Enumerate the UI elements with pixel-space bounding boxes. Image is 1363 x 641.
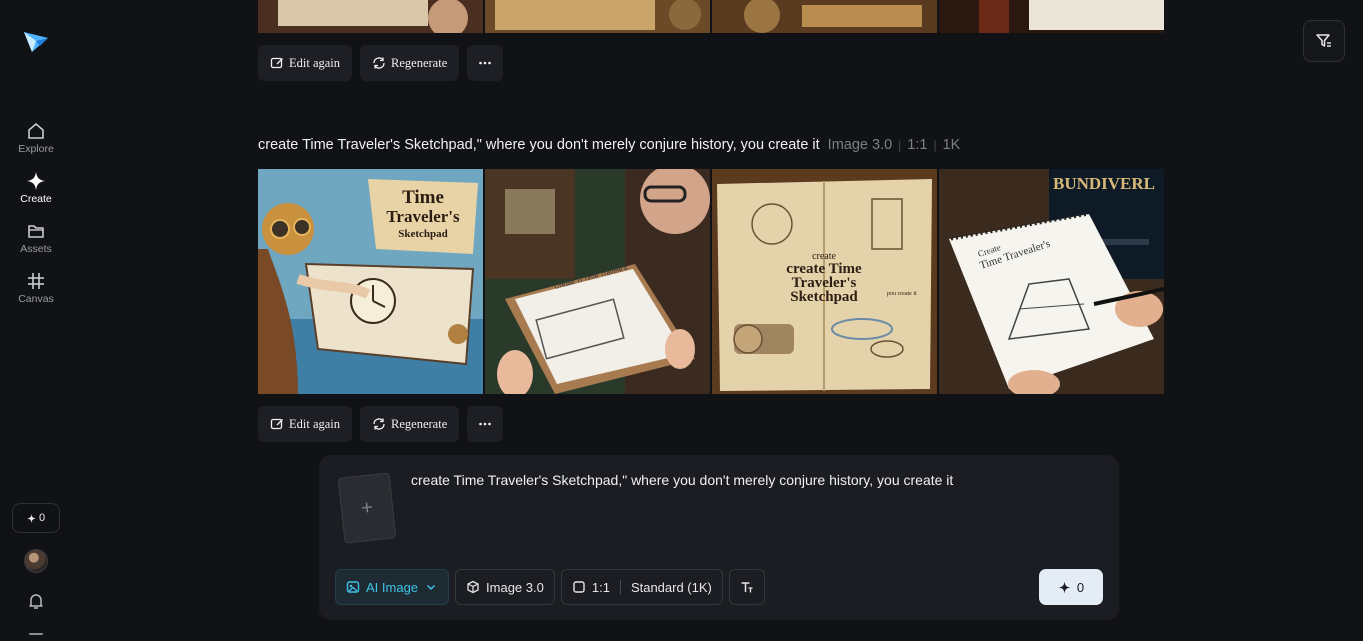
regenerate-button[interactable]: Regenerate <box>360 406 460 442</box>
prompt-composer: + create Time Traveler's Sketchpad," whe… <box>319 455 1119 620</box>
nav-create[interactable]: Create <box>0 170 72 205</box>
home-icon <box>28 123 44 139</box>
nav-assets-label: Assets <box>20 243 52 255</box>
cube-icon <box>467 580 479 594</box>
edit-icon <box>270 418 283 430</box>
composer-toolbar: AI Image Image 3.0 1:1 Standard (1K) <box>335 569 765 605</box>
generate-button[interactable]: 0 <box>1039 569 1103 605</box>
generated-images-row: Time Traveler's Sketchpad Create Ti Time… <box>258 169 1164 394</box>
generate-cost: 0 <box>1076 579 1085 595</box>
ai-image-icon <box>346 581 360 593</box>
nav-assets[interactable]: Assets <box>0 220 72 255</box>
generation-prompt-line: create Time Traveler's Sketchpad," where… <box>258 137 960 153</box>
generated-image-3[interactable]: create create Time Traveler's Sketchpad … <box>712 169 937 394</box>
filter-icon <box>1316 34 1331 47</box>
previous-actions: Edit again Regenerate <box>258 45 504 81</box>
generated-image-4[interactable]: BUNDIVERL Create Time Travealer's <box>939 169 1164 394</box>
svg-text:BUNDIVERL: BUNDIVERL <box>1053 174 1155 193</box>
text-style-button[interactable] <box>728 569 765 605</box>
generation-model: Image 3.0 <box>827 137 893 153</box>
svg-text:pou create it: pou create it <box>887 291 917 297</box>
svg-text:Sketchpad: Sketchpad <box>790 289 858 305</box>
nav-explore-label: Explore <box>18 143 54 155</box>
edit-again-button[interactable]: Edit again <box>258 406 353 442</box>
previous-images-row <box>258 0 1164 33</box>
nav-canvas-label: Canvas <box>18 293 54 305</box>
mode-dropdown[interactable]: AI Image <box>335 569 450 605</box>
bell-icon[interactable] <box>26 591 46 611</box>
credits-count: 0 <box>38 512 46 524</box>
svg-text:Traveler's: Traveler's <box>386 207 460 226</box>
menu-icon[interactable] <box>29 633 43 635</box>
avatar[interactable] <box>24 549 48 573</box>
filter-button[interactable] <box>1303 20 1345 62</box>
previous-image-1[interactable] <box>258 0 483 33</box>
svg-text:Time: Time <box>402 187 444 208</box>
meta-divider: | <box>933 138 937 152</box>
folder-icon <box>28 225 44 238</box>
previous-image-3[interactable] <box>712 0 937 33</box>
generated-image-2[interactable]: Create Ti Time Travele's <box>485 169 710 394</box>
generation-actions: Edit again Regenerate <box>258 406 504 442</box>
model-selector[interactable]: Image 3.0 <box>455 569 555 605</box>
sparkle-icon <box>27 172 45 190</box>
nav-create-label: Create <box>20 193 52 205</box>
aspect-ratio-icon <box>573 581 585 593</box>
regenerate-label: Regenerate <box>391 55 448 70</box>
model-label: Image 3.0 <box>486 579 544 595</box>
generation-resolution: 1K <box>942 137 961 153</box>
more-options-button[interactable] <box>467 406 504 442</box>
more-options-button[interactable] <box>467 45 504 81</box>
generated-image-1[interactable]: Time Traveler's Sketchpad <box>258 169 483 394</box>
svg-text:Sketchpad: Sketchpad <box>398 228 448 240</box>
quality-label: Standard (1K) <box>630 579 712 595</box>
sidebar: Explore Create Assets Canvas 0 <box>0 0 72 641</box>
canvas-icon <box>28 273 44 289</box>
regenerate-icon <box>373 57 385 69</box>
mode-label: AI Image <box>366 579 419 595</box>
regenerate-icon <box>373 418 385 430</box>
sparkle-icon <box>1058 580 1071 594</box>
nav-canvas[interactable]: Canvas <box>0 270 72 305</box>
upload-reference-button[interactable]: + <box>337 472 397 544</box>
edit-icon <box>270 57 283 69</box>
edit-again-button[interactable]: Edit again <box>258 45 353 81</box>
more-icon <box>479 61 492 65</box>
generation-prompt: create Time Traveler's Sketchpad," where… <box>258 137 820 153</box>
nav-explore[interactable]: Explore <box>0 120 72 155</box>
sparkle-icon <box>26 513 36 523</box>
meta-divider: | <box>898 138 902 152</box>
chevron-down-icon <box>427 584 436 591</box>
edit-again-label: Edit again <box>289 416 341 431</box>
prompt-input[interactable]: create Time Traveler's Sketchpad," where… <box>411 472 953 488</box>
previous-image-4[interactable] <box>939 0 1164 33</box>
edit-again-label: Edit again <box>289 55 341 70</box>
previous-image-2[interactable] <box>485 0 710 33</box>
text-icon <box>741 582 753 593</box>
regenerate-button[interactable]: Regenerate <box>360 45 460 81</box>
generation-ratio: 1:1 <box>907 137 928 153</box>
ratio-label: 1:1 <box>591 579 610 595</box>
ratio-quality-selector[interactable]: 1:1 Standard (1K) <box>560 569 723 605</box>
divider <box>619 580 621 594</box>
logo-icon[interactable] <box>22 28 50 54</box>
plus-icon: + <box>359 495 374 520</box>
more-icon <box>479 422 492 426</box>
credits-badge[interactable]: 0 <box>12 503 60 533</box>
regenerate-label: Regenerate <box>391 416 448 431</box>
